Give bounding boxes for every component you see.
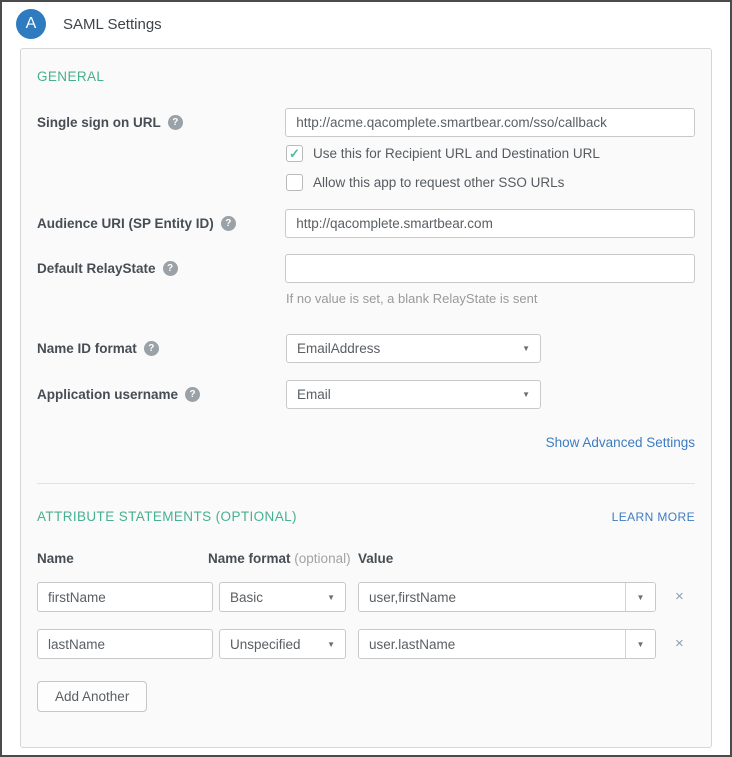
audience-uri-row: Audience URI (SP Entity ID) ? xyxy=(37,209,695,238)
app-username-value: Email xyxy=(297,387,331,402)
header-bar: A SAML Settings xyxy=(2,2,730,46)
relay-state-label-col: Default RelayState ? xyxy=(37,254,285,276)
attribute-statements-header: ATTRIBUTE STATEMENTS (OPTIONAL) LEARN MO… xyxy=(37,509,695,524)
attribute-format-select[interactable]: Basic ▼ xyxy=(219,582,346,612)
attribute-value-combo: ▼ xyxy=(358,582,656,612)
chevron-down-icon: ▼ xyxy=(637,593,645,602)
sso-url-help-icon[interactable]: ? xyxy=(168,115,183,130)
name-id-format-value: EmailAddress xyxy=(297,341,380,356)
column-header-name: Name xyxy=(37,551,208,566)
check-icon: ✓ xyxy=(289,147,300,160)
name-id-format-label: Name ID format xyxy=(37,341,137,356)
attribute-value-dropdown-button[interactable]: ▼ xyxy=(625,583,655,611)
avatar: A xyxy=(16,9,46,39)
section-divider xyxy=(37,483,695,484)
chevron-down-icon: ▼ xyxy=(327,640,335,649)
audience-uri-input[interactable] xyxy=(285,209,695,238)
sso-url-label: Single sign on URL xyxy=(37,115,161,130)
attribute-name-input[interactable] xyxy=(37,629,213,659)
relay-state-row: Default RelayState ? xyxy=(37,254,695,283)
app-username-help-icon[interactable]: ? xyxy=(185,387,200,402)
recipient-checkbox-row: ✓ Use this for Recipient URL and Destina… xyxy=(286,145,695,162)
attribute-value-input[interactable] xyxy=(359,583,625,611)
app-username-select[interactable]: Email ▼ xyxy=(286,380,541,409)
relay-state-input[interactable] xyxy=(285,254,695,283)
relay-state-help-icon[interactable]: ? xyxy=(163,261,178,276)
app-username-row: Application username ? Email ▼ xyxy=(37,380,695,409)
app-username-label: Application username xyxy=(37,387,178,402)
attribute-row: Unspecified ▼ ▼ × xyxy=(37,629,695,659)
other-sso-checkbox-row: ✓ Allow this app to request other SSO UR… xyxy=(286,174,695,191)
other-sso-checkbox[interactable]: ✓ xyxy=(286,174,303,191)
show-advanced-settings-link[interactable]: Show Advanced Settings xyxy=(546,435,695,450)
chevron-down-icon: ▼ xyxy=(522,344,530,353)
page-title: SAML Settings xyxy=(63,16,162,33)
attribute-statements-title: ATTRIBUTE STATEMENTS (OPTIONAL) xyxy=(37,509,297,524)
audience-uri-help-icon[interactable]: ? xyxy=(221,216,236,231)
add-another-button[interactable]: Add Another xyxy=(37,681,147,712)
attribute-format-value: Unspecified xyxy=(230,637,301,652)
app-username-label-col: Application username ? xyxy=(37,380,286,402)
general-section-title: GENERAL xyxy=(37,69,695,84)
attribute-format-select[interactable]: Unspecified ▼ xyxy=(219,629,346,659)
attribute-name-input[interactable] xyxy=(37,582,213,612)
other-sso-checkbox-label: Allow this app to request other SSO URLs xyxy=(313,175,564,190)
column-header-name-format: Name format (optional) xyxy=(208,551,358,566)
recipient-checkbox[interactable]: ✓ xyxy=(286,145,303,162)
name-id-format-select[interactable]: EmailAddress ▼ xyxy=(286,334,541,363)
name-id-format-row: Name ID format ? EmailAddress ▼ xyxy=(37,334,695,363)
relay-state-label: Default RelayState xyxy=(37,261,156,276)
name-id-format-label-col: Name ID format ? xyxy=(37,334,286,356)
attribute-value-combo: ▼ xyxy=(358,629,656,659)
learn-more-link[interactable]: LEARN MORE xyxy=(612,510,695,524)
chevron-down-icon: ▼ xyxy=(637,640,645,649)
relay-state-hint: If no value is set, a blank RelayState i… xyxy=(286,291,695,306)
saml-settings-window: A SAML Settings GENERAL Single sign on U… xyxy=(0,0,732,757)
remove-row-icon[interactable]: × xyxy=(675,629,684,659)
attribute-format-value: Basic xyxy=(230,590,263,605)
attribute-value-input[interactable] xyxy=(359,630,625,658)
sso-url-label-col: Single sign on URL ? xyxy=(37,108,285,130)
audience-uri-label: Audience URI (SP Entity ID) xyxy=(37,216,214,231)
attribute-column-headers: Name Name format (optional) Value xyxy=(37,551,695,566)
recipient-checkbox-label: Use this for Recipient URL and Destinati… xyxy=(313,146,600,161)
remove-row-icon[interactable]: × xyxy=(675,582,684,612)
chevron-down-icon: ▼ xyxy=(327,593,335,602)
name-id-format-help-icon[interactable]: ? xyxy=(144,341,159,356)
attribute-value-dropdown-button[interactable]: ▼ xyxy=(625,630,655,658)
advanced-settings-row: Show Advanced Settings xyxy=(37,434,695,452)
attribute-row: Basic ▼ ▼ × xyxy=(37,582,695,612)
column-header-value: Value xyxy=(358,551,393,566)
sso-url-row: Single sign on URL ? xyxy=(37,108,695,137)
saml-settings-card: GENERAL Single sign on URL ? ✓ Use this … xyxy=(20,48,712,748)
column-header-optional: (optional) xyxy=(294,551,350,566)
sso-url-input[interactable] xyxy=(285,108,695,137)
audience-uri-label-col: Audience URI (SP Entity ID) ? xyxy=(37,209,285,231)
chevron-down-icon: ▼ xyxy=(522,390,530,399)
